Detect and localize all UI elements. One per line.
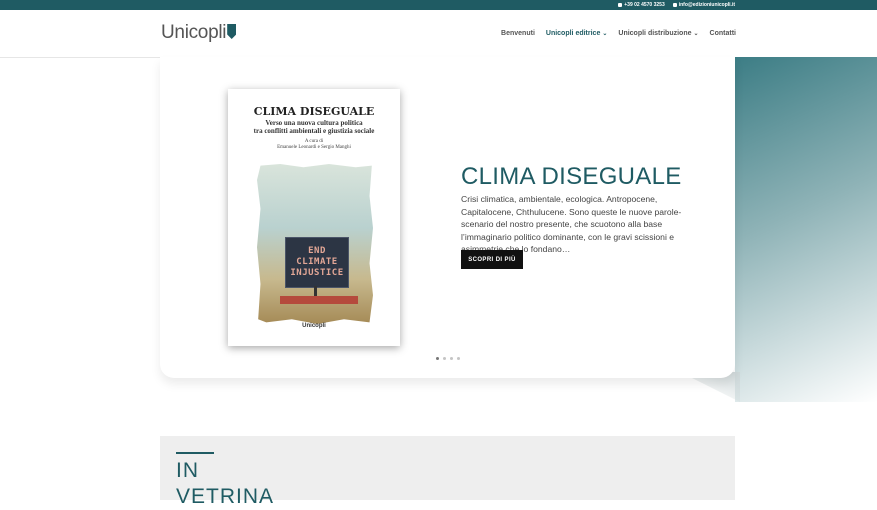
nav-item-unicopli-distribuzione[interactable]: Unicopli distribuzione ⌄ (618, 30, 698, 37)
protest-sign: END CLIMATE INJUSTICE (285, 237, 349, 288)
vetrina-title-line: IN (176, 459, 199, 482)
envelope-icon (672, 3, 677, 7)
nav-item-unicopli-editrice[interactable]: Unicopli editrice ⌄ (546, 30, 608, 37)
chevron-down-icon: ⌄ (693, 31, 699, 37)
book-cover-subtitle: Verso una nuova cultura politica tra con… (228, 119, 400, 135)
sign-pole (314, 286, 317, 296)
scopri-button[interactable]: SCOPRI DI PIÙ (461, 250, 523, 269)
sign-line: CLIMATE (296, 257, 338, 267)
nav-item-contatti[interactable]: Contatti (710, 30, 736, 37)
decorative-gradient (735, 57, 877, 402)
logo-mark-icon (227, 24, 237, 39)
vetrina-section: IN VETRINA (160, 436, 735, 508)
phone-link[interactable]: +39 02 4570 3253 (618, 2, 665, 8)
bench-shape (280, 296, 358, 304)
slider-dots (436, 357, 460, 360)
phone-text: +39 02 4570 3253 (624, 2, 665, 8)
slider-dot[interactable] (457, 357, 460, 360)
book-publisher-logo: Unicopli (302, 323, 326, 329)
book-cover-title: CLIMA DISEGUALE (253, 105, 375, 118)
main-nav: Benvenuti Unicopli editrice ⌄ Unicopli di… (501, 30, 736, 37)
email-text: info@edizioniunicopli.it (678, 2, 735, 8)
vetrina-title-line: VETRINA (176, 485, 275, 508)
subtitle-line: Verso una nuova cultura politica (265, 119, 363, 127)
site-logo[interactable]: Unicopli (161, 22, 237, 44)
contact-info: +39 02 4570 3253 info@edizioniunicopli.i… (618, 0, 735, 10)
slider-dot[interactable] (436, 357, 439, 360)
subtitle-line: tra conflitti ambientali e giustizia soc… (253, 127, 375, 135)
chevron-down-icon: ⌄ (602, 31, 608, 37)
sign-line: END (308, 246, 326, 256)
phone-icon (618, 3, 623, 7)
nav-label: Unicopli distribuzione (618, 30, 692, 37)
site-header: Unicopli Benvenuti Unicopli editrice ⌄ Un… (0, 10, 877, 58)
nav-label: Unicopli editrice (545, 30, 601, 37)
vetrina-accent-line (176, 452, 214, 454)
logo-text: Unicopli (161, 22, 227, 43)
slider-dot[interactable] (450, 357, 453, 360)
top-bar: +39 02 4570 3253 info@edizioniunicopli.i… (0, 0, 877, 10)
book-cover-editors: A cura di Emanuele Leonardi e Sergio Man… (228, 139, 400, 151)
hero-title: CLIMA DISEGUALE (461, 163, 682, 190)
hero-description: Crisi climatica, ambientale, ecologica. … (461, 194, 682, 255)
nav-item-benvenuti[interactable]: Benvenuti (501, 30, 535, 37)
sign-line: INJUSTICE (290, 268, 344, 278)
slider-dot[interactable] (443, 357, 446, 360)
email-link[interactable]: info@edizioniunicopli.it (672, 2, 735, 8)
editors-line: Emanuele Leonardi e Sergio Manghi (277, 145, 351, 150)
vetrina-title: IN VETRINA (176, 458, 274, 510)
book-cover[interactable]: CLIMA DISEGUALE Verso una nuova cultura … (228, 89, 400, 346)
